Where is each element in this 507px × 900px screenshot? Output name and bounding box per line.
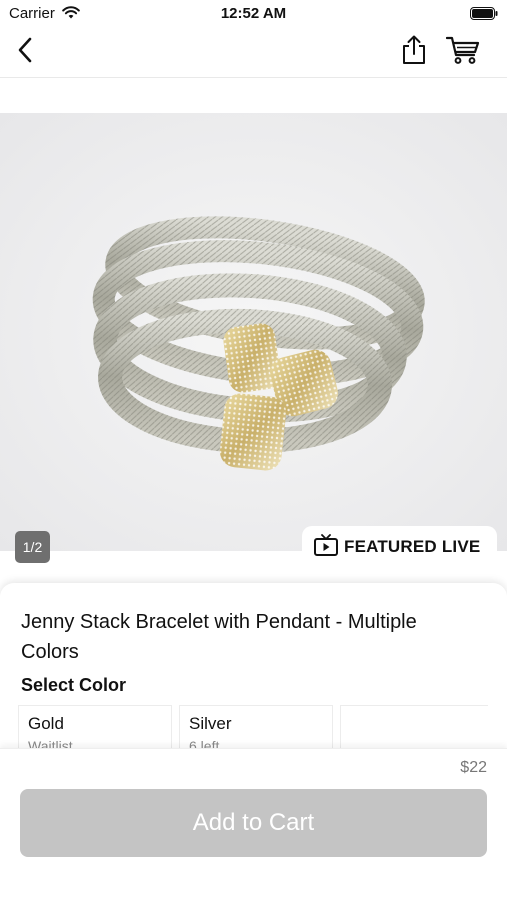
chevron-left-icon xyxy=(17,37,33,68)
status-time: 12:52 AM xyxy=(220,5,287,22)
share-icon xyxy=(401,35,427,70)
product-title: Jenny Stack Bracelet with Pendant - Mult… xyxy=(21,611,417,663)
color-option-silver[interactable]: Silver 6 left xyxy=(179,705,333,749)
cart-icon xyxy=(445,35,480,70)
color-option-empty xyxy=(340,705,488,749)
featured-live-label: FEATURED LIVE xyxy=(344,537,481,556)
select-color-label: Select Color xyxy=(21,675,127,695)
product-gallery[interactable]: 1/2 FEATURED LIVE xyxy=(0,79,507,599)
product-image[interactable] xyxy=(0,113,507,551)
tv-play-icon xyxy=(314,533,338,561)
color-option-gold[interactable]: Gold Waitlist xyxy=(18,705,172,749)
cart-button[interactable] xyxy=(443,34,483,70)
nav-bar xyxy=(0,28,507,78)
bottom-bar: $22 Add to Cart xyxy=(0,748,507,900)
share-button[interactable] xyxy=(397,34,431,70)
featured-live-badge[interactable]: FEATURED LIVE xyxy=(302,526,497,568)
price-label: $22 xyxy=(460,759,487,776)
color-option-name: Gold xyxy=(28,714,64,733)
status-bar: Carrier 12:52 AM xyxy=(0,0,507,28)
color-option-name: Silver xyxy=(189,714,232,733)
page-indicator: 1/2 xyxy=(15,531,50,563)
add-to-cart-button[interactable]: Add to Cart xyxy=(20,789,487,857)
back-button[interactable] xyxy=(10,36,40,68)
battery-icon xyxy=(470,7,498,25)
color-options: Gold Waitlist Silver 6 left xyxy=(18,705,488,749)
